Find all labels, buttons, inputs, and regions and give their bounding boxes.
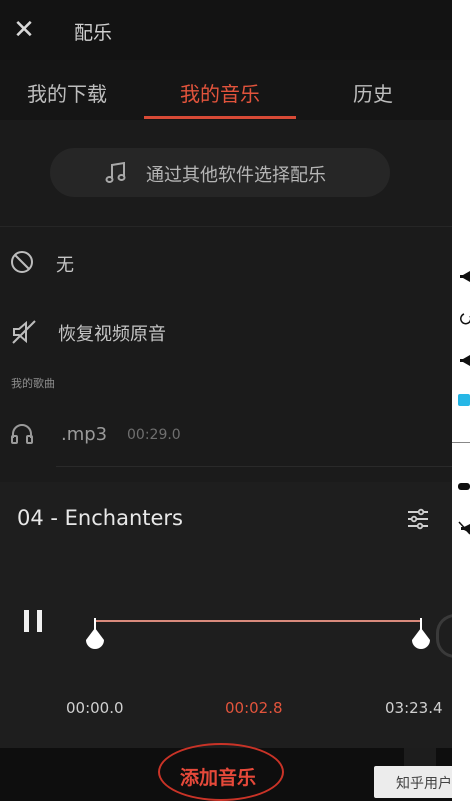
trim-range-bar[interactable] — [95, 620, 422, 622]
end-time: 03:23.4 — [385, 699, 443, 717]
volume-icon[interactable] — [455, 352, 470, 368]
tab-my-downloads[interactable]: 我的下载 — [27, 78, 107, 107]
watermark-text: 知乎用户 — [396, 776, 452, 792]
mute-icon[interactable] — [455, 520, 470, 536]
add-music-label[interactable]: 添加音乐 — [180, 763, 256, 790]
top-bar — [0, 0, 452, 60]
equalizer-settings-icon[interactable] — [406, 507, 430, 531]
screen-icon[interactable] — [458, 394, 470, 406]
no-music-option[interactable]: 无 — [56, 251, 74, 277]
trim-start-handle[interactable] — [85, 618, 105, 650]
page-title: 配乐 — [74, 22, 113, 44]
song-item-duration: 00:29.0 — [127, 427, 181, 443]
volume-icon[interactable] — [455, 268, 470, 284]
current-time: 00:02.8 — [225, 699, 283, 717]
pause-icon[interactable] — [20, 606, 46, 636]
tab-my-music[interactable]: 我的音乐 — [180, 78, 260, 107]
start-time: 00:00.0 — [66, 699, 124, 717]
trim-end-handle[interactable] — [411, 618, 431, 650]
power-icon[interactable] — [455, 310, 470, 326]
divider — [0, 226, 452, 227]
music-note-icon — [105, 161, 126, 183]
headphones-icon — [11, 424, 33, 444]
my-songs-section-label: 我的歌曲 — [11, 377, 55, 390]
song-item-name[interactable]: .mp3 — [61, 424, 107, 445]
restore-original-audio-icon[interactable] — [10, 318, 38, 346]
strip-divider — [452, 442, 470, 443]
gamepad-icon[interactable] — [455, 478, 470, 494]
track-title: 04 - Enchanters — [17, 506, 183, 530]
divider — [56, 466, 452, 467]
restore-original-audio-option[interactable]: 恢复视频原音 — [58, 320, 166, 346]
choose-from-other-app-label: 通过其他软件选择配乐 — [146, 165, 326, 186]
no-music-icon[interactable] — [9, 249, 35, 275]
tab-history[interactable]: 历史 — [353, 78, 393, 107]
active-tab-indicator — [144, 116, 296, 119]
close-icon[interactable]: ✕ — [12, 16, 36, 44]
